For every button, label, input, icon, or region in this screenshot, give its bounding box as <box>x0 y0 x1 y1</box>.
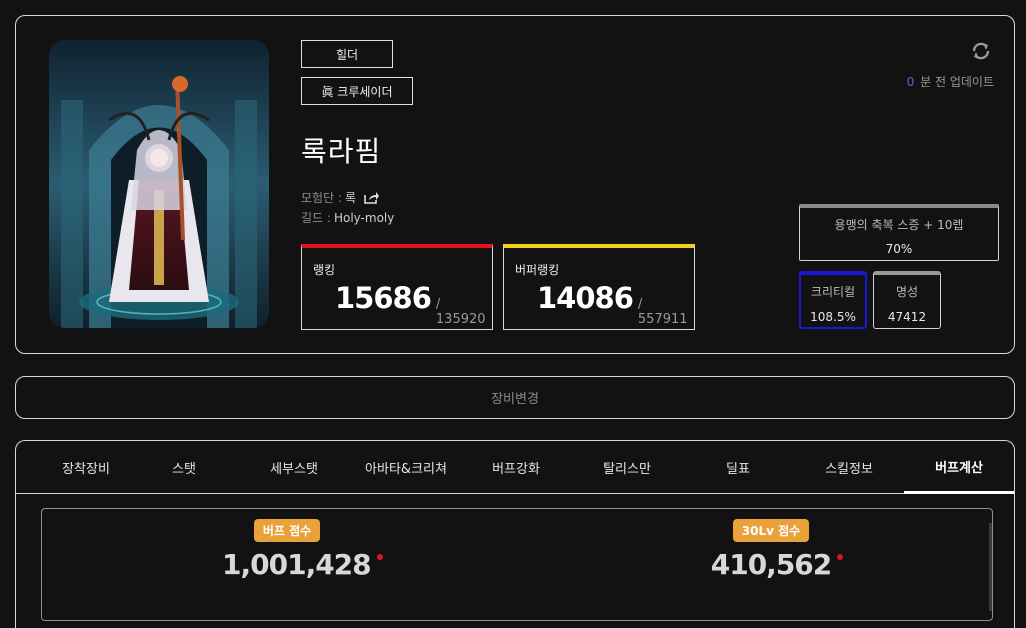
adventure-group-line: 모험단 : 록 <box>301 189 380 206</box>
tab-buff-enhance[interactable]: 버프강화 <box>461 441 571 494</box>
critical-label: 크리티컬 <box>810 285 856 299</box>
tab-stats[interactable]: 스탯 <box>129 441 239 494</box>
update-status: 0 분 전 업데이트 <box>907 73 994 90</box>
fame-label: 명성 <box>895 285 919 299</box>
character-profile-card: 힐더 眞 크루세이더 록라핌 모험단 : 록 길드 : Holy-moly 랭킹… <box>15 15 1015 354</box>
scrollbar[interactable] <box>989 523 992 611</box>
buff-skill-value: 70% <box>885 242 913 256</box>
ranking-box: 랭킹 15686 / 135920 <box>301 244 493 330</box>
lv30-score-badge: 30Lv 점수 <box>732 519 810 542</box>
critical-stat-box: 크리티컬 108.5% <box>799 271 867 329</box>
buff-score-value: 1,001,428 <box>222 548 383 581</box>
buff-skill-title: 용맹의 축복 스증 + 10렙 <box>834 218 964 232</box>
fame-stat-box: 명성 47412 <box>873 271 941 329</box>
buffer-ranking-label: 버퍼랭킹 <box>515 263 560 277</box>
share-icon[interactable] <box>364 191 380 204</box>
buffer-ranking-box: 버퍼랭킹 14086 / 557911 <box>503 244 695 330</box>
ranking-label: 랭킹 <box>313 263 336 277</box>
lv30-score-group: 30Lv 점수 410,562 <box>706 519 844 581</box>
tab-skill-info[interactable]: 스킬정보 <box>794 441 904 494</box>
score-box: 버프 점수 1,001,428 30Lv 점수 410,562 <box>41 508 993 621</box>
job-tag: 힐더 <box>301 40 393 68</box>
fame-value: 47412 <box>887 310 927 324</box>
character-name: 록라핌 <box>301 135 382 168</box>
ranking-value: 15686 <box>335 281 432 315</box>
tab-detail-stats[interactable]: 세부스탯 <box>239 441 349 494</box>
update-count: 0 <box>906 75 915 89</box>
character-portrait <box>49 40 269 328</box>
update-label: 분 전 업데이트 <box>920 75 994 89</box>
ranking-total: / 135920 <box>435 297 486 327</box>
buff-score-dot <box>376 554 383 560</box>
tab-damage-table[interactable]: 딜표 <box>683 441 793 494</box>
adventure-value[interactable]: 록 <box>345 189 356 206</box>
advancement-tag: 眞 크루세이더 <box>301 77 413 105</box>
buff-skill-box: 용맹의 축복 스증 + 10렙 70% <box>799 204 999 261</box>
equipment-change-button[interactable]: 장비변경 <box>15 376 1015 419</box>
buff-score-group: 버프 점수 1,001,428 <box>222 519 383 581</box>
lv30-score-dot <box>837 554 844 560</box>
tab-buff-calc[interactable]: 버프계산 <box>904 441 1014 494</box>
guild-line: 길드 : Holy-moly <box>301 209 394 226</box>
lv30-score-value: 410,562 <box>711 548 844 581</box>
buff-score-badge: 버프 점수 <box>253 519 321 542</box>
guild-label: 길드 : <box>301 211 331 225</box>
refresh-icon[interactable] <box>970 40 992 62</box>
tab-avatar-creature[interactable]: 아바타&크리쳐 <box>351 441 461 494</box>
buffer-ranking-total: / 557911 <box>637 297 688 327</box>
tab-equipped-gear[interactable]: 장착장비 <box>31 441 141 494</box>
buffer-ranking-value: 14086 <box>537 281 634 315</box>
guild-value: Holy-moly <box>333 210 395 225</box>
tabs-panel: 장착장비 스탯 세부스탯 아바타&크리쳐 버프강화 탈리스만 딜표 스킬정보 버… <box>15 440 1015 628</box>
tab-talisman[interactable]: 탈리스만 <box>572 441 682 494</box>
adventure-label: 모험단 : <box>301 191 342 205</box>
tab-bar: 장착장비 스탯 세부스탯 아바타&크리쳐 버프강화 탈리스만 딜표 스킬정보 버… <box>16 441 1014 494</box>
critical-value: 108.5% <box>810 310 856 324</box>
